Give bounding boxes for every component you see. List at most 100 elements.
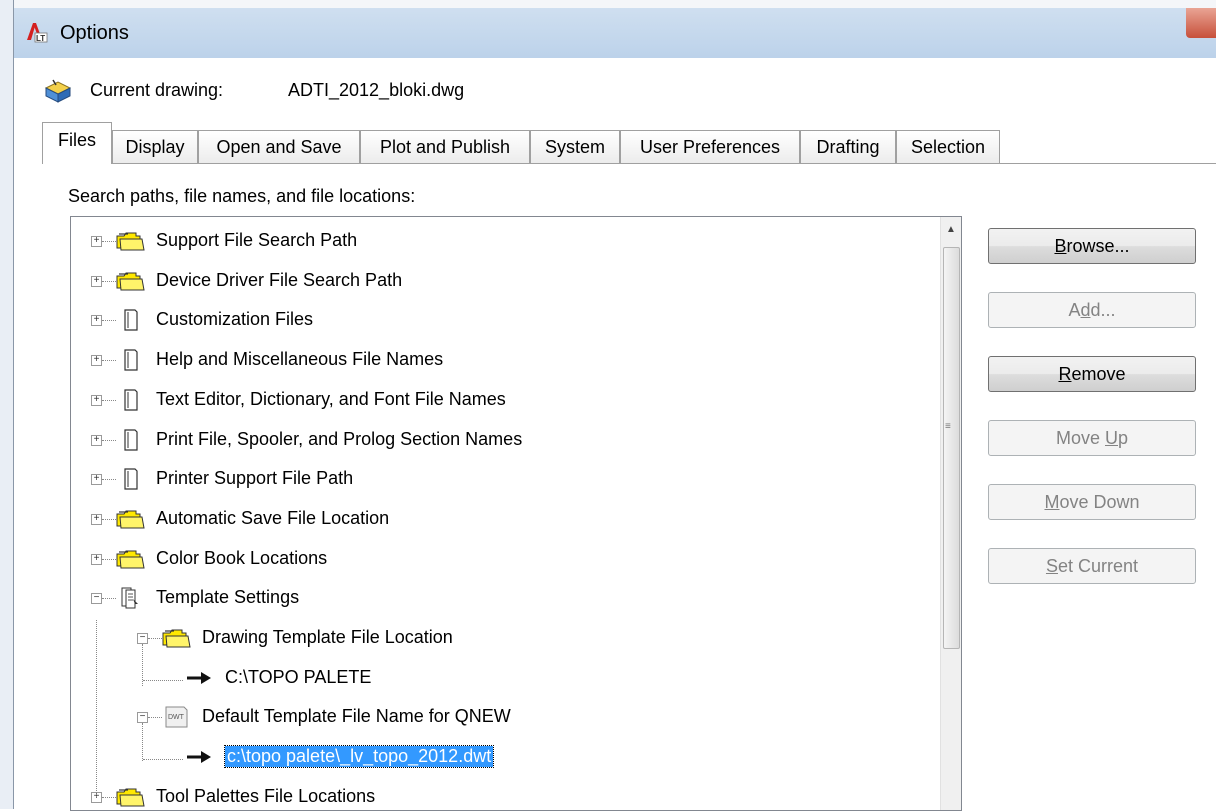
tree-row[interactable]: + Print File, Spooler, and Prolog Section… <box>71 420 931 460</box>
tree-trunk-line <box>142 644 144 686</box>
svg-text:LT: LT <box>36 34 45 43</box>
title-bar[interactable]: LT Options <box>14 8 1216 58</box>
tree-connector <box>143 759 183 761</box>
documents-icon <box>116 587 146 609</box>
collapse-minus-icon[interactable]: − <box>137 633 148 644</box>
tree-connector <box>102 479 116 481</box>
expand-plus-icon[interactable]: + <box>91 315 102 327</box>
window-title: Options <box>60 22 129 44</box>
tree-connector <box>102 360 116 362</box>
tree-row[interactable]: − Template Settings <box>71 578 931 618</box>
expand-plus-icon[interactable]: + <box>91 394 102 406</box>
folders-icon <box>116 786 146 808</box>
tree-row[interactable]: + Tool Palettes File Locations <box>71 777 931 810</box>
tab-display[interactable]: Display <box>112 130 198 163</box>
tab-drafting[interactable]: Drafting <box>800 130 896 163</box>
tree-row[interactable]: − DWT Default Template File Name for QNEW <box>71 697 931 737</box>
tree-row[interactable]: + Device Driver File Search Path <box>71 261 931 301</box>
tree-connector <box>102 241 116 243</box>
expand-plus-icon[interactable]: + <box>91 434 102 446</box>
add-button[interactable]: Add... <box>988 292 1196 328</box>
tree-row[interactable]: c:\topo palete\_lv_topo_2012.dwt <box>71 737 931 777</box>
tree-item-label[interactable]: Device Driver File Search Path <box>156 270 402 291</box>
move-up-button[interactable]: Move Up <box>988 420 1196 456</box>
document-icon <box>116 389 146 411</box>
search-paths-label: Search paths, file names, and file locat… <box>68 186 416 206</box>
document-icon <box>116 309 146 331</box>
tree-row[interactable]: + Text Editor, Dictionary, and Font File … <box>71 380 931 420</box>
tree-row[interactable]: + Support File Search Path <box>71 221 931 261</box>
tree-connector <box>148 717 162 719</box>
tab-files[interactable]: Files <box>42 122 112 164</box>
options-dialog: LT Options Current drawing: ADTI_2012_bl… <box>14 8 1216 811</box>
tree-connector <box>143 679 183 682</box>
tree-item-label[interactable]: Default Template File Name for QNEW <box>202 706 511 727</box>
tree-item-label[interactable]: Automatic Save File Location <box>156 508 389 529</box>
tree-connector <box>102 558 116 561</box>
tree-connector <box>102 320 116 322</box>
tree-item-label[interactable]: Tool Palettes File Locations <box>156 786 375 807</box>
tree-item-label[interactable]: c:\topo palete\_lv_topo_2012.dwt <box>223 745 495 769</box>
tree-trunk-line <box>142 723 144 762</box>
scroll-up-arrow-icon[interactable]: ▲ <box>941 217 961 243</box>
tree-row[interactable]: C:\TOPO PALETE <box>71 658 931 698</box>
browse-button[interactable]: Browse... <box>988 228 1196 264</box>
document-icon <box>116 468 146 490</box>
remove-button[interactable]: Remove <box>988 356 1196 392</box>
tree-row[interactable]: + Customization Files <box>71 300 931 340</box>
tree-item-label[interactable]: Text Editor, Dictionary, and Font File N… <box>156 389 506 410</box>
current-drawing-name: ADTI_2012_bloki.dwg <box>288 80 465 100</box>
close-button[interactable] <box>1186 8 1216 38</box>
tab-user-preferences[interactable]: User Preferences <box>620 130 800 163</box>
current-drawing-label: Current drawing: <box>90 80 224 100</box>
expand-plus-icon[interactable]: + <box>91 236 102 247</box>
tab-selection[interactable]: Selection <box>896 130 1000 163</box>
tree-row[interactable]: + Help and Miscellaneous File Names <box>71 340 931 380</box>
tab-open-and-save[interactable]: Open and Save <box>198 130 360 163</box>
desktop-top-strip <box>0 0 1216 8</box>
tree-connector <box>102 518 116 521</box>
tree-item-label[interactable]: Template Settings <box>156 587 299 608</box>
tree-connector <box>102 399 116 402</box>
autocad-lt-logo-icon: LT <box>27 23 48 43</box>
svg-text:DWT: DWT <box>168 714 185 721</box>
tab-strip: Files Display Open and Save Plot and Pub… <box>42 122 1216 164</box>
scrollbar-thumb[interactable] <box>943 247 960 649</box>
drawing-file-icon <box>44 79 72 103</box>
tree-item-label[interactable]: Support File Search Path <box>156 230 357 251</box>
tree-item-label[interactable]: Help and Miscellaneous File Names <box>156 349 443 370</box>
tree-item-label[interactable]: C:\TOPO PALETE <box>225 667 371 688</box>
tree-row[interactable]: + Color Book Locations <box>71 539 931 579</box>
folders-icon <box>162 627 192 649</box>
scrollbar-grip-icon: ≡ <box>945 421 951 432</box>
document-icon <box>116 349 146 371</box>
tree-row[interactable]: + Printer Support File Path <box>71 459 931 499</box>
expand-plus-icon[interactable]: + <box>91 474 102 486</box>
move-down-button[interactable]: Move Down <box>988 484 1196 520</box>
arrow-icon <box>185 746 215 768</box>
expand-plus-icon[interactable]: + <box>91 553 102 565</box>
tree-row[interactable]: − Drawing Template File Location <box>71 618 931 658</box>
tree-connector <box>148 638 162 640</box>
tree-item-label[interactable]: Customization Files <box>156 309 313 330</box>
file-locations-tree[interactable]: ▲ ≡ + Support File Search Path + Device Dri… <box>70 216 962 811</box>
tree-row[interactable]: + Automatic Save File Location <box>71 499 931 539</box>
expand-plus-icon[interactable]: + <box>91 513 102 525</box>
folders-icon <box>116 270 146 292</box>
set-current-button[interactable]: Set Current <box>988 548 1196 584</box>
tree-item-label[interactable]: Print File, Spooler, and Prolog Section … <box>156 429 522 450</box>
expand-plus-icon[interactable]: + <box>91 355 102 367</box>
collapse-minus-icon[interactable]: − <box>137 712 148 724</box>
document-icon <box>116 428 146 451</box>
tree-item-label[interactable]: Color Book Locations <box>156 548 327 569</box>
tree-item-label[interactable]: Printer Support File Path <box>156 468 353 489</box>
tree-connector <box>102 796 116 799</box>
tree-item-label[interactable]: Drawing Template File Location <box>202 627 453 648</box>
collapse-minus-icon[interactable]: − <box>91 593 102 605</box>
folders-icon <box>116 230 146 252</box>
expand-plus-icon[interactable]: + <box>91 275 102 287</box>
tab-baseline <box>42 163 1216 164</box>
vertical-scrollbar[interactable]: ▲ ≡ <box>940 217 961 810</box>
tab-system[interactable]: System <box>530 130 620 163</box>
tab-plot-and-publish[interactable]: Plot and Publish <box>360 130 530 163</box>
